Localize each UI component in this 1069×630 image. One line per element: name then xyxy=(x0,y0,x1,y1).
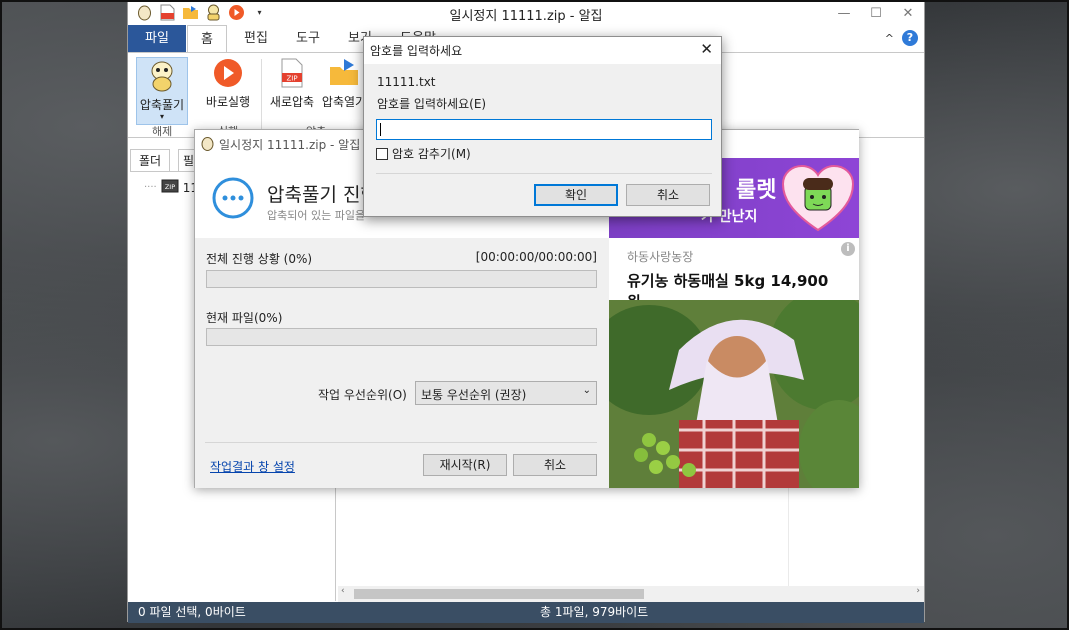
new-zip-button-label: 새로압축 xyxy=(269,95,315,109)
total-progress-time: [00:00:00/00:00:00] xyxy=(475,250,597,264)
window-title: 일시정지 11111.zip - 알집 xyxy=(449,9,603,24)
ad-info-icon[interactable]: i xyxy=(841,242,855,256)
text-caret xyxy=(380,123,381,136)
password-input[interactable] xyxy=(376,119,712,140)
tab-home[interactable]: 홈 xyxy=(187,25,227,53)
chevron-down-icon: ⌄ xyxy=(582,385,591,396)
title-bar: ▾ 일시정지 11111.zip - 알집 — ☐ ✕ xyxy=(128,1,924,25)
current-file-label: 현재 파일(0%) xyxy=(206,311,283,325)
ad-advertiser: 하동사랑농장 xyxy=(627,250,694,264)
ribbon-right-controls: ^ ? xyxy=(885,30,918,46)
progress-heading: 압축풀기 진행 xyxy=(267,184,378,206)
status-bar: 0 파일 선택, 0바이트 총 1파일, 979바이트 xyxy=(128,602,924,623)
tab-edit[interactable]: 편집 xyxy=(236,25,276,52)
run-icon xyxy=(212,57,244,89)
scroll-right-icon[interactable]: › xyxy=(916,586,920,596)
progress-subheading: 압축되어 있는 파일을 xyxy=(267,209,366,222)
in-progress-icon xyxy=(212,177,254,222)
maximize-icon[interactable]: ☐ xyxy=(860,1,892,25)
password-divider xyxy=(376,173,712,174)
tab-tools[interactable]: 도구 xyxy=(288,25,328,52)
tree-connector: ···· xyxy=(144,182,157,193)
tab-file[interactable]: 파일 xyxy=(128,25,186,52)
ad-banner-text-1: 룰렛 xyxy=(736,178,777,203)
status-total: 총 1파일, 979바이트 xyxy=(540,605,649,619)
total-progress-bar xyxy=(206,270,597,288)
run-button[interactable]: 바로실행 xyxy=(200,57,256,110)
extract-button-label: 압축풀기 xyxy=(139,98,185,112)
help-icon[interactable]: ? xyxy=(902,30,918,46)
progress-title: 일시정지 11111.zip - 알집 xyxy=(219,138,361,152)
group-label-extract: 해제 xyxy=(152,125,173,138)
status-selection: 0 파일 선택, 0바이트 xyxy=(138,605,246,619)
svg-text:ZIP: ZIP xyxy=(286,75,297,83)
svg-text:ZIP: ZIP xyxy=(165,183,175,191)
priority-label: 작업 우선순위(O) xyxy=(318,388,407,402)
total-progress-label: 전체 진행 상황 (0%) xyxy=(206,252,313,266)
open-folder-icon xyxy=(328,57,360,89)
ad-heart-character-icon xyxy=(781,164,855,237)
password-title-bar: 암호를 입력하세요 ✕ xyxy=(364,37,721,64)
minimize-icon[interactable]: — xyxy=(828,1,860,25)
new-zip-button[interactable]: ZIP 새로압축 xyxy=(266,57,318,110)
password-close-icon[interactable]: ✕ xyxy=(700,40,713,58)
extract-dropdown-chevron-icon[interactable]: ▾ xyxy=(137,113,187,121)
priority-select[interactable]: 보통 우선순위 (권장) ⌄ xyxy=(415,381,597,405)
hide-password-label: 암호 감추기(M) xyxy=(392,147,471,161)
current-file-progress-bar xyxy=(206,328,597,346)
ribbon-divider xyxy=(261,59,262,133)
password-cancel-button[interactable]: 취소 xyxy=(626,184,710,206)
footer-divider xyxy=(205,442,597,443)
horizontal-scrollbar[interactable]: ‹ › xyxy=(338,586,924,602)
scroll-left-icon[interactable]: ‹ xyxy=(341,586,345,596)
extract-mascot-icon xyxy=(146,60,178,92)
password-prompt: 암호를 입력하세요(E) xyxy=(377,97,487,111)
priority-select-value: 보통 우선순위 (권장) xyxy=(421,388,527,402)
zip-file-icon: ZIP xyxy=(161,179,179,196)
close-icon[interactable]: ✕ xyxy=(892,1,924,25)
window-controls: — ☐ ✕ xyxy=(828,1,924,25)
ad-photo-farmer[interactable] xyxy=(609,300,859,488)
result-window-settings-link[interactable]: 작업결과 창 설정 xyxy=(210,458,295,475)
extract-button[interactable]: 압축풀기 ▾ xyxy=(136,57,188,125)
run-button-label: 바로실행 xyxy=(205,95,251,109)
checkbox-box[interactable] xyxy=(376,148,388,160)
progress-cancel-button[interactable]: 취소 xyxy=(513,454,597,476)
password-title: 암호를 입력하세요 xyxy=(370,44,463,58)
progress-body: 전체 진행 상황 (0%) [00:00:00/00:00:00] 현재 파일(… xyxy=(195,238,609,488)
tab-folder[interactable]: 폴더 xyxy=(130,149,171,171)
password-filename: 11111.txt xyxy=(377,75,436,89)
scrollbar-thumb[interactable] xyxy=(354,589,644,599)
alzip-egg-icon xyxy=(201,136,214,154)
ok-button[interactable]: 확인 xyxy=(534,184,618,206)
restart-button[interactable]: 재시작(R) xyxy=(423,454,507,476)
collapse-ribbon-chevron-icon[interactable]: ^ xyxy=(885,32,894,45)
password-dialog: 암호를 입력하세요 ✕ 11111.txt 암호를 입력하세요(E) 암호 감추… xyxy=(363,36,722,217)
new-zip-icon: ZIP xyxy=(276,57,308,89)
hide-password-checkbox[interactable]: 암호 감추기(M) xyxy=(376,145,471,162)
